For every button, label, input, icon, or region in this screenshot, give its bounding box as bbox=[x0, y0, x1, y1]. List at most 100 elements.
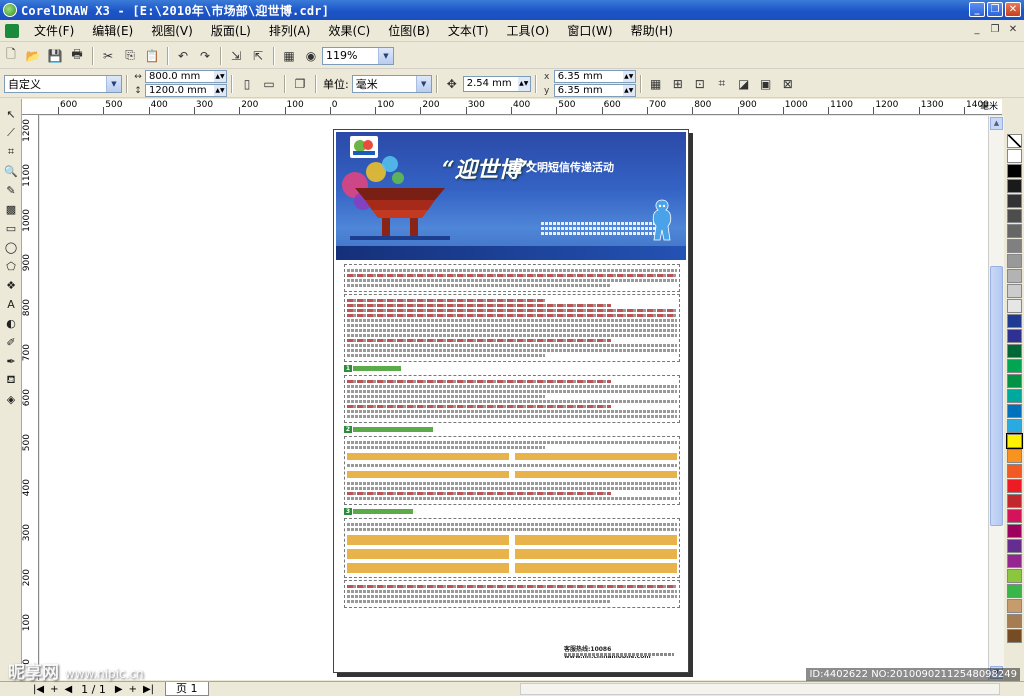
color-swatch[interactable] bbox=[1007, 569, 1022, 583]
color-swatch[interactable] bbox=[1007, 539, 1022, 553]
add-page-after-icon[interactable]: + bbox=[126, 684, 140, 695]
color-swatch[interactable] bbox=[1007, 389, 1022, 403]
pick-tool-icon[interactable]: ↖ bbox=[2, 105, 20, 123]
smart-fill-icon[interactable]: ▩ bbox=[2, 200, 20, 218]
color-swatch[interactable] bbox=[1007, 179, 1022, 193]
open-folder-icon[interactable]: 📂 bbox=[23, 46, 43, 66]
color-swatch[interactable] bbox=[1007, 254, 1022, 268]
rectangle-tool-icon[interactable]: ▭ bbox=[2, 219, 20, 237]
next-page-icon[interactable]: ▶ bbox=[112, 684, 126, 695]
menu-view[interactable]: 视图(V) bbox=[142, 22, 202, 39]
zoom-tool-icon[interactable]: 🔍 bbox=[2, 162, 20, 180]
horizontal-ruler[interactable]: 600 500 400 300 200 100 0 100 200 300 400 500 600 700… bbox=[22, 99, 1002, 115]
landscape-icon[interactable]: ▭ bbox=[259, 74, 279, 94]
menu-effects[interactable]: 效果(C) bbox=[319, 22, 379, 39]
last-page-icon[interactable]: ▶| bbox=[140, 684, 157, 695]
nudge-distance-input[interactable]: 2.54 mm ▲▼ bbox=[462, 75, 531, 92]
interactive-blend-icon[interactable]: ◐ bbox=[2, 314, 20, 332]
units-select[interactable]: 毫米 ▼ bbox=[351, 74, 432, 93]
treat-as-filled-icon[interactable]: ◪ bbox=[734, 74, 754, 94]
doc-restore-button[interactable]: ❐ bbox=[988, 24, 1002, 38]
menu-file[interactable]: 文件(F) bbox=[25, 22, 83, 39]
color-swatch[interactable] bbox=[1007, 239, 1022, 253]
color-swatch[interactable] bbox=[1007, 509, 1022, 523]
freehand-tool-icon[interactable]: ✎ bbox=[2, 181, 20, 199]
spin-arrows-icon[interactable]: ▲▼ bbox=[214, 85, 226, 96]
corel-online-icon[interactable]: ◉ bbox=[301, 46, 321, 66]
color-swatch[interactable] bbox=[1007, 614, 1022, 628]
color-swatch[interactable] bbox=[1006, 433, 1023, 449]
color-swatch[interactable] bbox=[1007, 359, 1022, 373]
export-icon[interactable]: ⇱ bbox=[248, 46, 268, 66]
color-swatch[interactable] bbox=[1007, 164, 1022, 178]
doc-close-button[interactable]: ✕ bbox=[1006, 24, 1020, 38]
new-document-icon[interactable]: 🗋 bbox=[1, 46, 21, 66]
color-swatch[interactable] bbox=[1007, 524, 1022, 538]
select-all-icon[interactable]: ⊠ bbox=[778, 74, 798, 94]
color-swatch[interactable] bbox=[1007, 284, 1022, 298]
snap-objects-icon[interactable]: ⊡ bbox=[690, 74, 710, 94]
color-swatch[interactable] bbox=[1007, 479, 1022, 493]
vertical-scroll-thumb[interactable] bbox=[990, 266, 1003, 526]
color-swatch[interactable] bbox=[1007, 554, 1022, 568]
previous-page-icon[interactable]: ◀ bbox=[61, 684, 75, 695]
duplicate-x-input[interactable]: 6.35 mm ▲▼ bbox=[553, 70, 636, 83]
first-page-icon[interactable]: |◀ bbox=[30, 684, 47, 695]
paper-height-input[interactable]: 1200.0 mm ▲▼ bbox=[145, 84, 227, 97]
menu-tools[interactable]: 工具(O) bbox=[498, 22, 559, 39]
options-icon[interactable]: ▣ bbox=[756, 74, 776, 94]
spin-arrows-icon[interactable]: ▲▼ bbox=[517, 76, 530, 91]
copy-icon[interactable]: ⎘ bbox=[120, 46, 140, 66]
restore-button[interactable]: ❐ bbox=[987, 2, 1003, 17]
interactive-fill-icon[interactable]: ◈ bbox=[2, 390, 20, 408]
snap-guidelines-icon[interactable]: ⊞ bbox=[668, 74, 688, 94]
menu-help[interactable]: 帮助(H) bbox=[622, 22, 682, 39]
outline-tool-icon[interactable]: ✒ bbox=[2, 352, 20, 370]
text-tool-icon[interactable]: A bbox=[2, 295, 20, 313]
page-tab[interactable]: 页 1 bbox=[165, 682, 209, 696]
menu-arrange[interactable]: 排列(A) bbox=[260, 22, 320, 39]
paper-type-select[interactable]: 自定义 ▼ bbox=[4, 74, 122, 93]
vertical-ruler[interactable]: 1200 1100 1000 900 800 700 600 500 400 300 200 100 0 bbox=[22, 115, 39, 680]
close-button[interactable]: ✕ bbox=[1005, 2, 1021, 17]
color-swatch[interactable] bbox=[1007, 374, 1022, 388]
color-swatch[interactable] bbox=[1007, 314, 1022, 328]
document-page[interactable]: “迎世博” 文明短信传递活动 1 2 3 客服热线:10086 www.hn.c… bbox=[333, 129, 689, 673]
ellipse-tool-icon[interactable]: ◯ bbox=[2, 238, 20, 256]
menu-layout[interactable]: 版面(L) bbox=[202, 22, 260, 39]
minimize-button[interactable]: _ bbox=[969, 2, 985, 17]
spin-arrows-icon[interactable]: ▲▼ bbox=[622, 71, 635, 82]
fill-tool-icon[interactable]: ⛾ bbox=[2, 371, 20, 389]
shape-tool-icon[interactable]: ⟋ bbox=[2, 124, 20, 142]
scroll-up-icon[interactable]: ▲ bbox=[990, 117, 1003, 130]
add-page-before-icon[interactable]: + bbox=[47, 684, 61, 695]
color-swatch[interactable] bbox=[1007, 149, 1022, 163]
document-icon[interactable] bbox=[5, 23, 19, 38]
redo-icon[interactable]: ↷ bbox=[195, 46, 215, 66]
color-swatch[interactable] bbox=[1007, 464, 1022, 478]
paper-width-input[interactable]: 800.0 mm ▲▼ bbox=[145, 70, 227, 83]
color-swatch[interactable] bbox=[1007, 299, 1022, 313]
menu-window[interactable]: 窗口(W) bbox=[558, 22, 621, 39]
horizontal-scrollbar[interactable] bbox=[520, 683, 1000, 695]
color-swatch[interactable] bbox=[1007, 224, 1022, 238]
vertical-scrollbar[interactable]: ▲ ▼ bbox=[988, 116, 1004, 680]
eyedropper-tool-icon[interactable]: ✐ bbox=[2, 333, 20, 351]
color-swatch[interactable] bbox=[1007, 584, 1022, 598]
menu-text[interactable]: 文本(T) bbox=[439, 22, 498, 39]
no-fill-swatch[interactable] bbox=[1007, 134, 1022, 148]
color-swatch[interactable] bbox=[1007, 269, 1022, 283]
crop-tool-icon[interactable]: ⌗ bbox=[2, 143, 20, 161]
paste-icon[interactable]: 📋 bbox=[142, 46, 162, 66]
color-swatch[interactable] bbox=[1007, 419, 1022, 433]
color-swatch[interactable] bbox=[1007, 449, 1022, 463]
menu-bitmaps[interactable]: 位图(B) bbox=[379, 22, 439, 39]
color-swatch[interactable] bbox=[1007, 494, 1022, 508]
drawing-canvas[interactable]: “迎世博” 文明短信传递活动 1 2 3 客服热线:10086 www.hn.c… bbox=[40, 116, 988, 680]
duplicate-y-input[interactable]: 6.35 mm ▲▼ bbox=[553, 84, 636, 97]
dynamic-guides-icon[interactable]: ⌗ bbox=[712, 74, 732, 94]
import-icon[interactable]: ⇲ bbox=[226, 46, 246, 66]
spin-arrows-icon[interactable]: ▲▼ bbox=[622, 85, 635, 96]
application-launcher-icon[interactable]: ▦ bbox=[279, 46, 299, 66]
color-swatch[interactable] bbox=[1007, 344, 1022, 358]
